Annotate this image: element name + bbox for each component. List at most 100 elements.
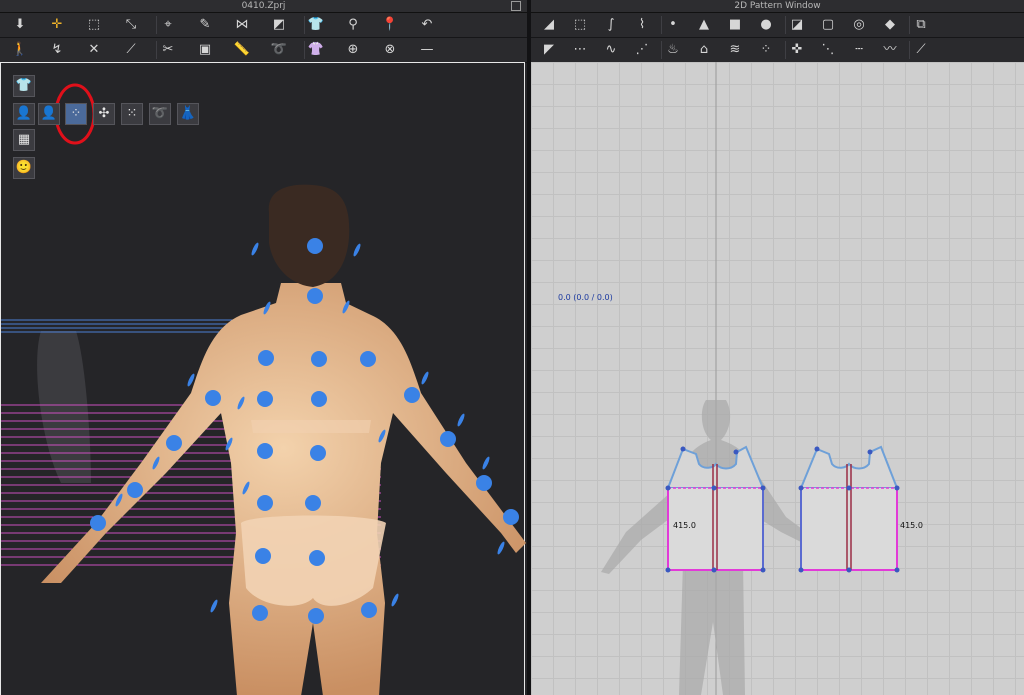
measure-line-icon[interactable]: ⟋ <box>911 40 931 60</box>
arrangement-point-edge[interactable] <box>420 371 430 385</box>
show-arrangement-points-icon[interactable]: ⁘ <box>65 103 87 125</box>
arrangement-point[interactable] <box>257 495 273 511</box>
arrangement-point[interactable] <box>205 390 221 406</box>
polygon-icon[interactable]: ▲ <box>694 15 714 35</box>
shirt-fit-icon[interactable]: 👚 <box>306 40 326 60</box>
2d-pattern-canvas[interactable]: 0.0 (0.0 / 0.0) 415.0 415.0 <box>531 62 1024 695</box>
arrangement-point[interactable] <box>127 482 143 498</box>
select-mesh-icon[interactable]: ◤ <box>539 40 559 60</box>
arrangement-point[interactable] <box>310 445 326 461</box>
pen-icon[interactable]: ✎ <box>195 15 215 35</box>
rectangle-icon[interactable]: ■ <box>725 15 745 35</box>
arrangement-point[interactable] <box>361 602 377 618</box>
edit-pattern-icon[interactable]: ◢ <box>539 15 559 35</box>
move-cursor-icon[interactable]: ✛ <box>47 15 67 35</box>
edit-sewing-icon[interactable]: ⋰ <box>632 40 652 60</box>
show-avatar-skin-icon[interactable]: 👤 <box>38 103 60 125</box>
curve-point-icon[interactable]: ⌇ <box>632 15 652 35</box>
internal-circle-icon[interactable]: ◎ <box>849 15 869 35</box>
buttonhole-icon[interactable]: ⊗ <box>380 40 400 60</box>
internal-rect-icon[interactable]: ▢ <box>818 15 838 35</box>
sewing-icon[interactable]: ⋈ <box>232 15 252 35</box>
free-sewing-icon[interactable]: ∿ <box>601 40 621 60</box>
pattern-piece-right[interactable] <box>799 445 899 571</box>
arrangement-point[interactable] <box>476 475 492 491</box>
pin-icon[interactable]: 📍 <box>380 15 400 35</box>
arrangement-point-edge[interactable] <box>390 593 400 607</box>
arrangement-point[interactable] <box>308 608 324 624</box>
show-texture-icon[interactable]: ▦ <box>13 129 35 151</box>
walk-pose-icon[interactable]: 🚶 <box>10 40 30 60</box>
show-fit-map-icon[interactable]: 👗 <box>177 103 199 125</box>
trace-icon[interactable]: ⧉ <box>911 15 931 35</box>
segment-sewing-icon[interactable]: ⋯ <box>570 40 590 60</box>
seam-line-icon[interactable]: ┄ <box>849 40 869 60</box>
3d-viewport[interactable]: 👕 👤 👤 ⁘ ✣ ⁙ ➰ 👗 ▦ 🙂 <box>0 62 526 695</box>
arrangement-point[interactable] <box>252 605 268 621</box>
transform-pattern-icon[interactable]: ⬚ <box>570 15 590 35</box>
arrangement-point[interactable] <box>255 548 271 564</box>
cut-tool-icon[interactable]: ✂ <box>158 40 178 60</box>
show-joints-icon[interactable]: ✣ <box>93 103 115 125</box>
internal-polygon-icon[interactable]: ◪ <box>787 15 807 35</box>
arrangement-point[interactable] <box>258 350 274 366</box>
arrangement-point[interactable] <box>404 387 420 403</box>
cross-tool-icon[interactable]: ✕ <box>84 40 104 60</box>
arrangement-point-edge[interactable] <box>209 599 219 613</box>
show-avatar-icon[interactable]: 👤 <box>13 103 35 125</box>
arrangement-point[interactable] <box>307 238 323 254</box>
arrangement-point[interactable] <box>307 288 323 304</box>
steam-icon[interactable]: ♨ <box>663 40 683 60</box>
zigzag-icon[interactable]: 〰 <box>880 40 900 60</box>
fold-tool-icon[interactable]: ⌂ <box>694 40 714 60</box>
arrangement-point[interactable] <box>311 391 327 407</box>
arrangement-point-edge[interactable] <box>481 456 491 470</box>
arrangement-point-edge[interactable] <box>496 541 506 555</box>
tack-icon[interactable]: ⚲ <box>343 15 363 35</box>
arrow-down-icon[interactable]: ⬇ <box>10 15 30 35</box>
undock-icon[interactable] <box>511 1 521 11</box>
measure-icon[interactable]: 📏 <box>232 40 252 60</box>
edit-curve-icon[interactable]: ∫ <box>601 15 621 35</box>
shirring-icon[interactable]: ≋ <box>725 40 745 60</box>
show-garment-icon[interactable]: 👕 <box>13 75 35 97</box>
ellipse-icon[interactable]: ● <box>756 15 776 35</box>
transform-icon[interactable]: ⤡ <box>121 15 141 35</box>
ghost-avatar <box>37 331 91 483</box>
topstitch-icon[interactable]: ⋱ <box>818 40 838 60</box>
arrangement-point[interactable] <box>166 435 182 451</box>
fold-icon[interactable]: ◩ <box>269 15 289 35</box>
arrangement-point-edge[interactable] <box>352 243 362 257</box>
show-avatar-face-icon[interactable]: 🙂 <box>13 157 35 179</box>
select-box-icon[interactable]: ⬚ <box>84 15 104 35</box>
arrangement-point[interactable] <box>90 515 106 531</box>
2d-pattern-window: 2D Pattern Window ◢ ⬚ ∫ ⌇ • ▲ ■ ● ◪ ▢ ◎ ◆ ⧉ ◤ ⋯ ∿ ⋰ ♨ ⌂ ≋ ⁘… <box>531 0 1024 695</box>
fold-arrange-icon[interactable]: ↯ <box>47 40 67 60</box>
line-arrange-icon[interactable]: ⟋ <box>121 40 141 60</box>
line-tool-icon[interactable]: — <box>417 40 437 60</box>
pattern-piece-left[interactable] <box>666 445 765 571</box>
arrangement-point[interactable] <box>440 431 456 447</box>
dart-icon[interactable]: ◆ <box>880 15 900 35</box>
avatar-arrange-icon[interactable]: ↶ <box>417 15 437 35</box>
garment-icon[interactable]: 👕 <box>306 15 326 35</box>
tape-icon[interactable]: ➰ <box>269 40 289 60</box>
edit-point-icon[interactable]: ⌖ <box>158 15 178 35</box>
arrangement-point-edge[interactable] <box>456 413 466 427</box>
arrangement-point[interactable] <box>309 550 325 566</box>
add-point-icon[interactable]: • <box>663 15 683 35</box>
show-measure-icon[interactable]: ➰ <box>149 103 171 125</box>
arrangement-point[interactable] <box>360 351 376 367</box>
arrangement-point[interactable] <box>257 391 273 407</box>
arrangement-point[interactable] <box>257 443 273 459</box>
arrangement-icon[interactable]: ⁘ <box>756 40 776 60</box>
pin-tool-icon[interactable]: ✜ <box>787 40 807 60</box>
2d-toolbar-row1: ◢ ⬚ ∫ ⌇ • ▲ ■ ● ◪ ▢ ◎ ◆ ⧉ <box>531 13 1024 38</box>
arrangement-point[interactable] <box>311 351 327 367</box>
arrangement-point-edge[interactable] <box>250 242 260 256</box>
show-xray-icon[interactable]: ⁙ <box>121 103 143 125</box>
button-icon[interactable]: ⊕ <box>343 40 363 60</box>
arrangement-point[interactable] <box>503 509 519 525</box>
garment-paste-icon[interactable]: ▣ <box>195 40 215 60</box>
arrangement-point[interactable] <box>305 495 321 511</box>
